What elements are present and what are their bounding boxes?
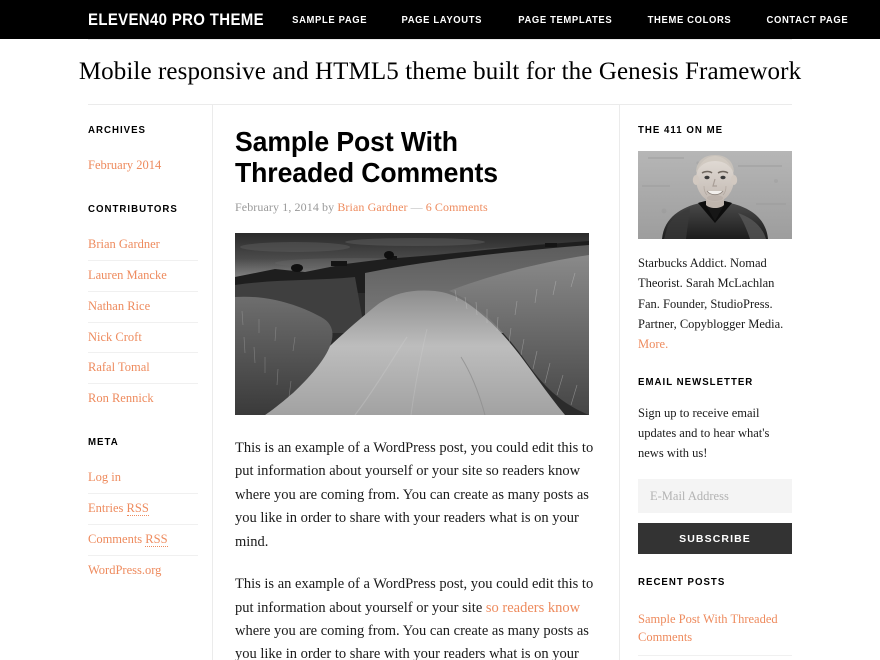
widget-title-newsletter: Email Newsletter bbox=[638, 376, 754, 389]
list-item: Sample Post With Threaded Comments bbox=[638, 603, 792, 656]
widget-title-meta: Meta bbox=[88, 436, 119, 449]
author-avatar bbox=[638, 151, 792, 239]
widget-title-about: The 411 On Me bbox=[638, 124, 724, 136]
post-comments-link[interactable]: 6 Comments bbox=[426, 200, 488, 214]
rss-abbr: RSS bbox=[145, 531, 168, 547]
list-item: Rafal Tomal bbox=[88, 353, 198, 385]
widget-meta: Meta Log in Entries RSS Comments RSS Wor… bbox=[88, 436, 198, 586]
contributor-link-ron-rennick[interactable]: Ron Rennick bbox=[88, 384, 198, 414]
widget-archives: Archives February 2014 bbox=[88, 124, 198, 181]
nav-item-contact-page[interactable]: Contact Page bbox=[767, 14, 849, 26]
author-bio: Starbucks Addict. Nomad Theorist. Sarah … bbox=[638, 253, 792, 354]
recent-posts-list: Sample Post With Threaded Comments Sampl… bbox=[638, 603, 792, 660]
site-inner: Archives February 2014 Contributors Bria… bbox=[0, 105, 880, 660]
sidebar-left: Archives February 2014 Contributors Bria… bbox=[88, 105, 212, 660]
contributors-list: Brian Gardner Lauren Mancke Nathan Rice … bbox=[88, 230, 198, 414]
primary-navigation: Sample Page Page Layouts Page Templates … bbox=[288, 14, 857, 26]
meta-link-entries-rss[interactable]: Entries RSS bbox=[88, 494, 198, 524]
post-paragraph-1: This is an example of a WordPress post, … bbox=[235, 439, 594, 550]
nav-item-page-templates[interactable]: Page Templates bbox=[518, 14, 612, 26]
author-portrait-icon bbox=[638, 151, 792, 239]
email-input[interactable] bbox=[638, 479, 792, 514]
nav-item-theme-colors[interactable]: Theme Colors bbox=[648, 14, 732, 26]
meta-link-comments-rss[interactable]: Comments RSS bbox=[88, 525, 198, 555]
widget-title-recent-posts: Recent Posts bbox=[638, 576, 726, 589]
recent-post-link-threaded-comments[interactable]: Sample Post With Threaded Comments bbox=[638, 603, 792, 654]
comments-label: Comments bbox=[88, 531, 146, 546]
post-author-link[interactable]: Brian Gardner bbox=[337, 200, 407, 214]
list-item: Ron Rennick bbox=[88, 384, 198, 414]
main-content: Sample Post With Threaded Comments Febru… bbox=[212, 105, 620, 660]
post-date: February 1, 2014 bbox=[235, 199, 319, 214]
contributor-link-rafal-tomal[interactable]: Rafal Tomal bbox=[88, 353, 198, 383]
list-item: February 2014 bbox=[88, 151, 198, 181]
list-item: Comments RSS bbox=[88, 525, 198, 556]
post-featured-image bbox=[235, 232, 589, 415]
list-item: Entries RSS bbox=[88, 494, 198, 525]
list-item: Lauren Mancke bbox=[88, 261, 198, 292]
list-item: Sample Post With Image Aligned Left bbox=[638, 656, 792, 660]
post-paragraph-2: This is an example of a WordPress post, … bbox=[235, 573, 597, 660]
list-item: Nathan Rice bbox=[88, 292, 198, 323]
widget-contributors: Contributors Brian Gardner Lauren Mancke… bbox=[88, 203, 198, 414]
rss-abbr: RSS bbox=[126, 501, 149, 516]
newsletter-description: Sign up to receive email updates and to … bbox=[638, 406, 770, 461]
post-article: Sample Post With Threaded Comments Febru… bbox=[235, 126, 597, 660]
contributor-link-brian-gardner[interactable]: Brian Gardner bbox=[88, 230, 198, 260]
widget-title-contributors: Contributors bbox=[88, 202, 178, 215]
post-by-label: by bbox=[318, 199, 338, 214]
author-bio-text: Starbucks Addict. Nomad Theorist. Sarah … bbox=[638, 256, 784, 331]
widget-about-author: The 411 On Me bbox=[638, 124, 792, 354]
contributor-link-nathan-rice[interactable]: Nathan Rice bbox=[88, 292, 198, 322]
nav-item-sample-page[interactable]: Sample Page bbox=[292, 14, 367, 26]
tagline-section: Mobile responsive and HTML5 theme built … bbox=[0, 39, 880, 105]
author-more-link[interactable]: More. bbox=[638, 337, 668, 351]
widget-recent-posts: Recent Posts Sample Post With Threaded C… bbox=[638, 576, 792, 660]
sidebar-right: The 411 On Me bbox=[620, 105, 792, 660]
list-item: WordPress.org bbox=[88, 556, 198, 586]
site-title[interactable]: Eleven40 Pro Theme bbox=[88, 10, 264, 30]
post-body: This is an example of a WordPress post, … bbox=[235, 437, 597, 660]
nav-item-page-layouts[interactable]: Page Layouts bbox=[402, 14, 483, 26]
list-item: Nick Croft bbox=[88, 323, 198, 354]
meta-link-log-in[interactable]: Log in bbox=[88, 463, 198, 493]
entries-label: Entries bbox=[88, 501, 127, 515]
country-road-photo-icon bbox=[235, 232, 589, 415]
subscribe-button[interactable]: Subscribe bbox=[638, 523, 792, 555]
site-header: Eleven40 Pro Theme Sample Page Page Layo… bbox=[0, 0, 880, 39]
meta-link-wordpress-org[interactable]: WordPress.org bbox=[88, 556, 198, 586]
inline-link-so-readers-know[interactable]: so readers know bbox=[486, 600, 580, 616]
site-tagline: Mobile responsive and HTML5 theme built … bbox=[78, 58, 802, 85]
list-item: Brian Gardner bbox=[88, 230, 198, 261]
para2-part-b: where you are coming from. You can creat… bbox=[235, 622, 589, 660]
post-title[interactable]: Sample Post With Threaded Comments bbox=[235, 126, 579, 189]
archive-link-february-2014[interactable]: February 2014 bbox=[88, 151, 198, 181]
archives-list: February 2014 bbox=[88, 151, 198, 181]
widget-title-archives: Archives bbox=[88, 124, 147, 136]
meta-separator: — bbox=[410, 199, 423, 214]
recent-post-link-image-aligned-left[interactable]: Sample Post With Image Aligned Left bbox=[638, 656, 792, 660]
contributor-link-lauren-mancke[interactable]: Lauren Mancke bbox=[88, 261, 198, 291]
meta-list: Log in Entries RSS Comments RSS WordPres… bbox=[88, 463, 198, 586]
post-meta: February 1, 2014 by Brian Gardner —6 Comm… bbox=[235, 200, 597, 215]
widget-email-newsletter: Email Newsletter Sign up to receive emai… bbox=[638, 376, 792, 555]
contributor-link-nick-croft[interactable]: Nick Croft bbox=[88, 323, 198, 353]
list-item: Log in bbox=[88, 463, 198, 494]
